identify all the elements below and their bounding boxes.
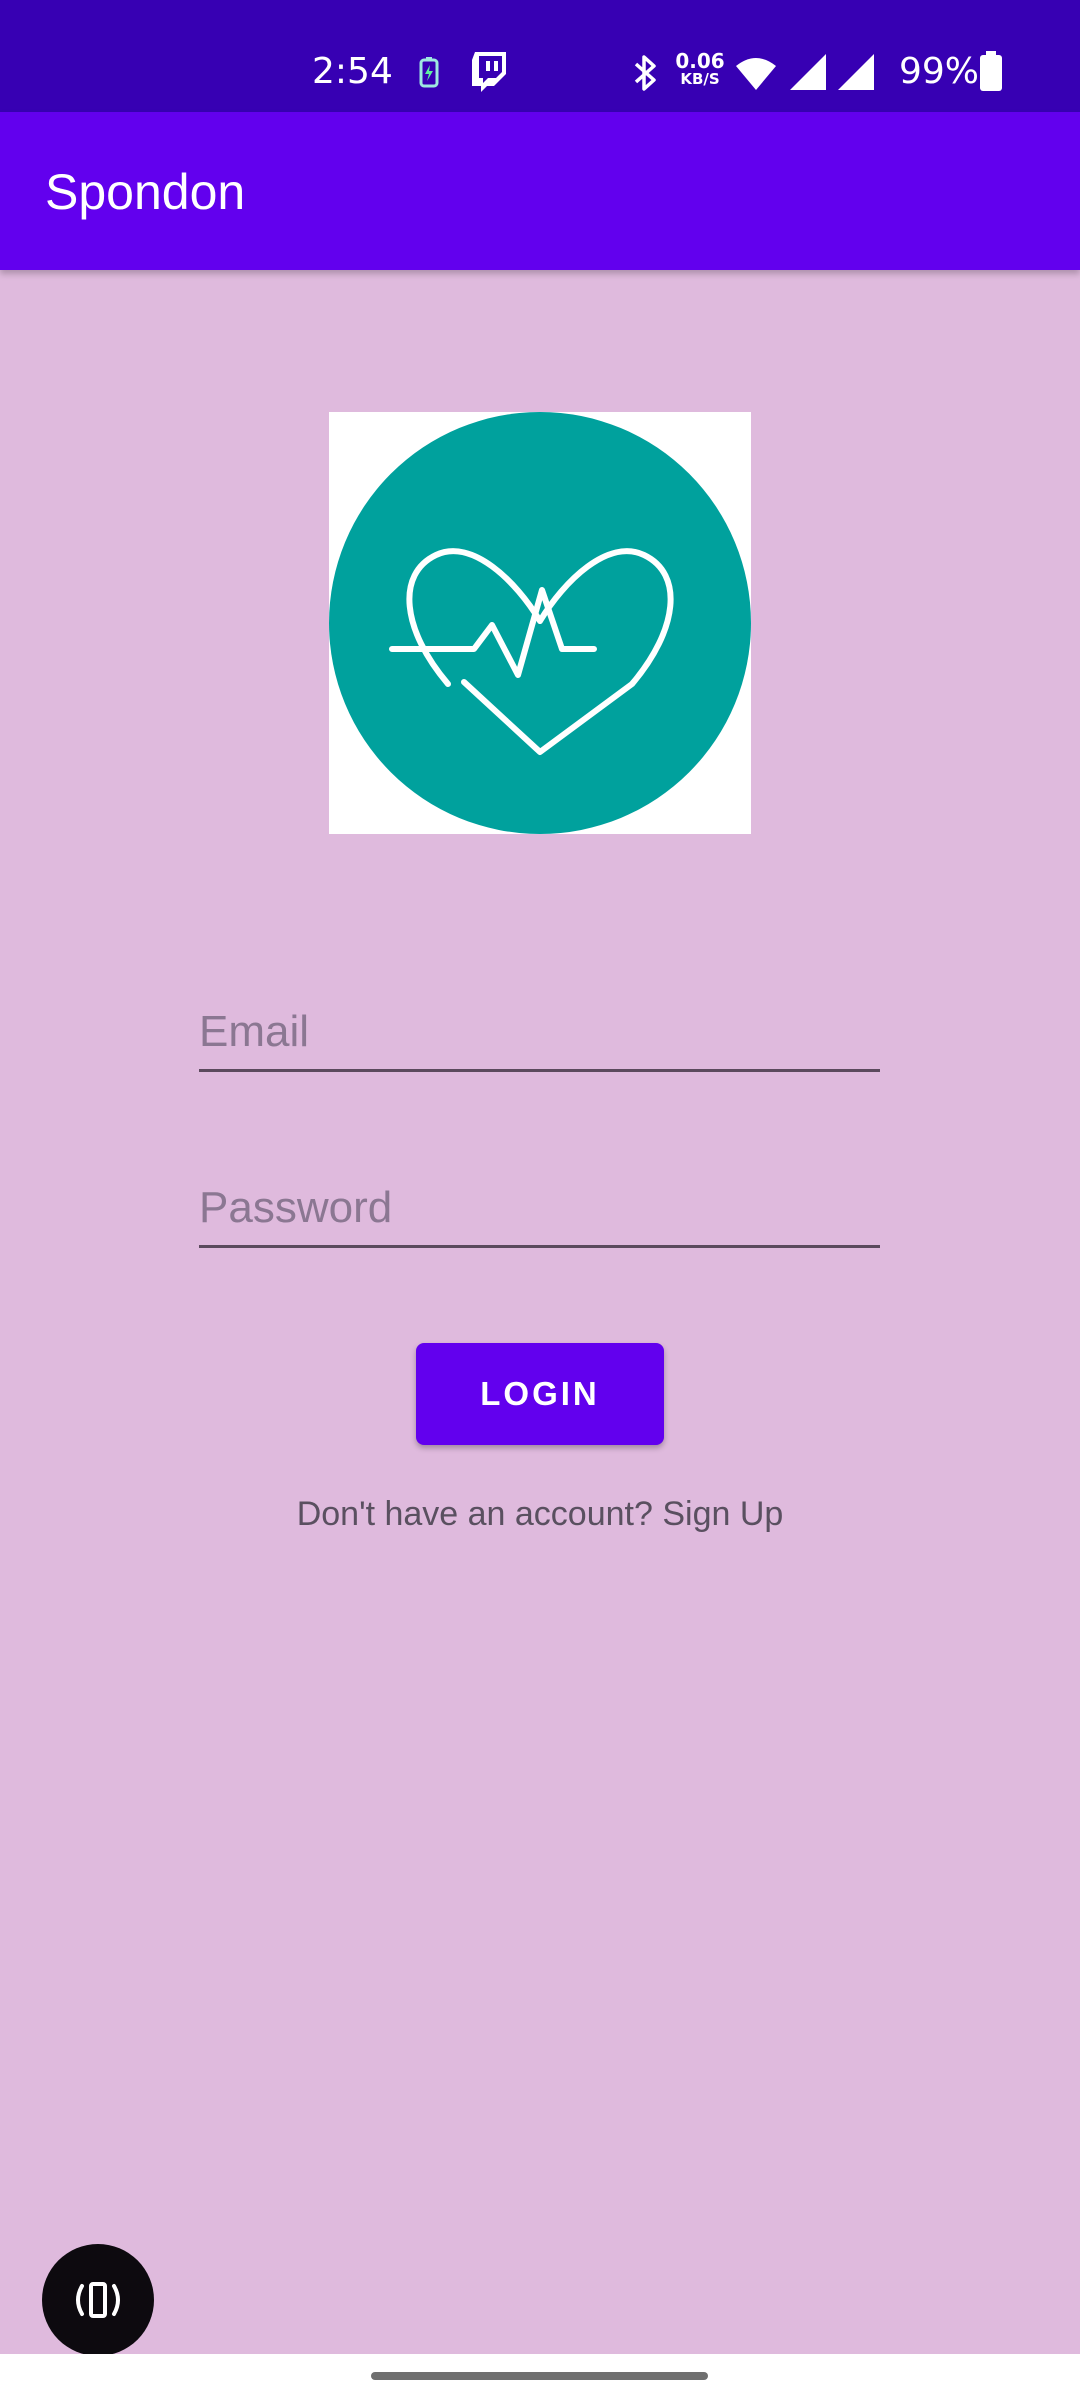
battery-percent: 99%	[899, 51, 980, 92]
app-title: Spondon	[45, 164, 246, 220]
battery-icon	[980, 51, 1002, 91]
email-field-container	[199, 994, 880, 1084]
signup-link[interactable]: Don't have an account? Sign Up	[0, 1490, 1080, 1538]
status-bar: 2:54 0.06 KB/S 99%	[0, 0, 1080, 112]
network-speed-value: 0.06	[675, 49, 725, 73]
signal-icon	[790, 54, 826, 90]
battery-saver-icon	[419, 57, 439, 88]
login-button[interactable]: LOGIN	[416, 1343, 664, 1445]
heart-pulse-icon	[329, 412, 751, 834]
home-indicator[interactable]	[371, 2372, 708, 2380]
rotate-screen-button[interactable]	[42, 2244, 154, 2356]
email-field[interactable]	[199, 994, 880, 1072]
navigation-bar	[0, 2354, 1080, 2400]
password-field[interactable]	[199, 1170, 880, 1248]
screen-rotation-icon	[76, 2282, 120, 2318]
app-logo	[329, 412, 751, 834]
network-speed-unit: KB/S	[680, 70, 720, 88]
password-field-container	[199, 1170, 880, 1260]
twitch-icon	[472, 52, 506, 92]
wifi-icon	[736, 58, 776, 90]
app-bar: Spondon	[0, 112, 1080, 270]
signal-icon	[838, 54, 874, 90]
bluetooth-icon	[634, 55, 656, 91]
status-time: 2:54	[312, 51, 393, 92]
network-speed: 0.06 KB/S	[672, 49, 728, 88]
